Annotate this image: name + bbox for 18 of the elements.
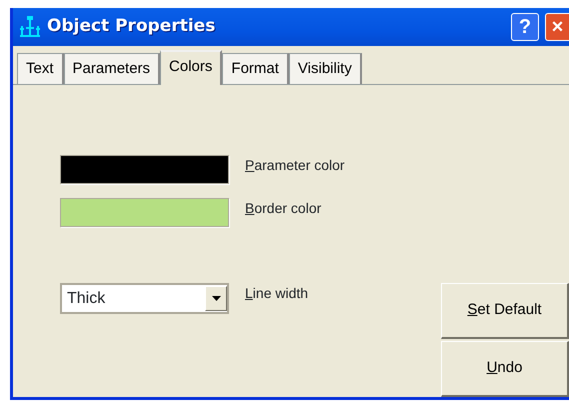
color-label: Border color	[245, 199, 322, 218]
tab[interactable]: Visibility	[288, 52, 362, 84]
dialog-button[interactable]: Set Default	[441, 283, 569, 339]
tab[interactable]: Parameters	[64, 52, 160, 84]
color-swatch[interactable]	[60, 155, 229, 184]
close-button[interactable]: ×	[545, 12, 569, 41]
tab[interactable]: Text	[17, 52, 64, 84]
dropdown-arrow-icon	[212, 296, 220, 301]
color-swatch[interactable]	[60, 198, 229, 227]
color-label: Parameter color	[245, 156, 345, 175]
dialog-button[interactable]: Undo	[441, 341, 569, 397]
tab[interactable]: Colors	[160, 50, 222, 85]
window-title: Object Properties	[47, 15, 216, 38]
help-button[interactable]: ?	[511, 12, 539, 41]
line-width-dropdown[interactable]: Thick	[60, 283, 229, 314]
line-width-label: Line width	[245, 284, 308, 303]
app-icon	[19, 14, 41, 39]
tab[interactable]: Format	[222, 52, 289, 84]
